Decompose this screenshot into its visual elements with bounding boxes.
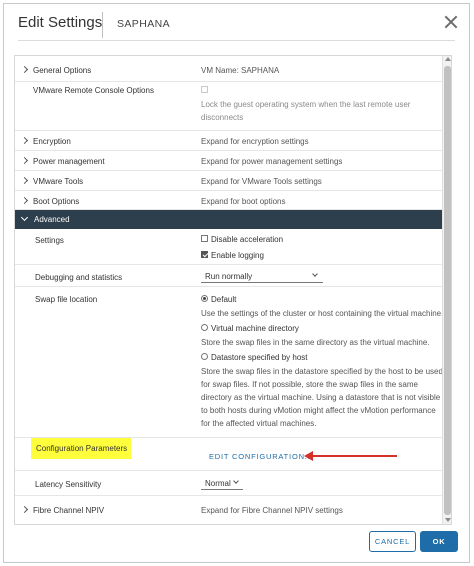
config-params-label: Configuration Parameters bbox=[36, 444, 128, 453]
row-power-management[interactable]: Power management Expand for power manage… bbox=[15, 151, 444, 171]
debugging-select-value: Run normally bbox=[205, 272, 253, 281]
row-latency-sensitivity: Latency Sensitivity Normal bbox=[15, 471, 444, 496]
disable-acceleration-label: Disable acceleration bbox=[211, 235, 284, 244]
row-debugging: Debugging and statistics Run normally bbox=[15, 265, 444, 287]
dialog-title: Edit Settings bbox=[18, 14, 103, 31]
fibre-channel-label: Fibre Channel NPIV bbox=[33, 506, 105, 515]
debugging-select[interactable]: Run normally bbox=[201, 270, 323, 283]
title-separator bbox=[102, 12, 103, 38]
chevron-right-icon[interactable] bbox=[20, 196, 29, 205]
scroll-up-icon[interactable] bbox=[444, 57, 451, 61]
config-params-highlight: Configuration Parameters bbox=[31, 438, 131, 459]
chevron-right-icon[interactable] bbox=[20, 136, 29, 145]
disable-acceleration-checkbox[interactable] bbox=[201, 235, 208, 242]
chevron-down-icon bbox=[233, 478, 239, 484]
row-advanced-settings: Settings Disable acceleration Enable log… bbox=[15, 229, 444, 265]
latency-select[interactable]: Normal bbox=[201, 477, 243, 490]
settings-label: Settings bbox=[35, 236, 64, 245]
enable-logging-checkbox[interactable] bbox=[201, 251, 208, 258]
annotation-arrow-line bbox=[311, 455, 397, 457]
power-management-label: Power management bbox=[33, 157, 105, 166]
swap-datastore-label: Datastore specified by host bbox=[211, 353, 308, 362]
encryption-value: Expand for encryption settings bbox=[201, 137, 309, 146]
swap-datastore-desc-1: Store the swap files in the datastore sp… bbox=[201, 367, 443, 376]
lock-guest-os-checkbox[interactable] bbox=[201, 86, 208, 93]
ok-button[interactable]: OK bbox=[420, 531, 458, 552]
debugging-label: Debugging and statistics bbox=[35, 273, 123, 282]
chevron-down-icon bbox=[312, 271, 318, 277]
advanced-label: Advanced bbox=[34, 215, 70, 224]
row-encryption[interactable]: Encryption Expand for encryption setting… bbox=[15, 131, 444, 151]
vm-name-subtitle: SAPHANA bbox=[117, 18, 170, 30]
latency-select-value: Normal bbox=[205, 479, 231, 488]
boot-options-label: Boot Options bbox=[33, 197, 80, 206]
swap-vmdir-radio[interactable] bbox=[201, 324, 208, 331]
row-vmrc-options[interactable]: VMware Remote Console Options Lock the g… bbox=[15, 82, 444, 131]
vmware-tools-label: VMware Tools bbox=[33, 177, 84, 186]
swap-vmdir-label: Virtual machine directory bbox=[211, 324, 299, 333]
chevron-down-icon[interactable] bbox=[20, 213, 29, 222]
swap-default-desc: Use the settings of the cluster or host … bbox=[201, 309, 444, 318]
swap-datastore-desc-5: for the affected virtual machines. bbox=[201, 419, 317, 428]
row-vmware-tools[interactable]: VMware Tools Expand for VMware Tools set… bbox=[15, 171, 444, 191]
swap-default-radio[interactable] bbox=[201, 295, 208, 302]
swap-vmdir-desc: Store the swap files in the same directo… bbox=[201, 338, 430, 347]
vmware-tools-value: Expand for VMware Tools settings bbox=[201, 177, 322, 186]
chevron-right-icon[interactable] bbox=[20, 176, 29, 185]
boot-options-value: Expand for boot options bbox=[201, 197, 286, 206]
swap-file-label: Swap file location bbox=[35, 295, 98, 304]
cancel-button[interactable]: CANCEL bbox=[369, 531, 416, 552]
row-fibre-channel-npiv[interactable]: Fibre Channel NPIV Expand for Fibre Chan… bbox=[15, 496, 444, 522]
chevron-right-icon[interactable] bbox=[20, 65, 29, 74]
swap-datastore-radio[interactable] bbox=[201, 353, 208, 360]
row-general-options[interactable]: General Options VM Name: SAPHANA bbox=[15, 56, 444, 82]
general-options-value: VM Name: SAPHANA bbox=[201, 66, 280, 75]
close-icon[interactable] bbox=[444, 15, 458, 29]
tab-underline bbox=[18, 40, 455, 41]
fibre-channel-value: Expand for Fibre Channel NPIV settings bbox=[201, 506, 343, 515]
vmrc-option-line1: Lock the guest operating system when the… bbox=[201, 100, 411, 109]
edit-configuration-link[interactable]: EDIT CONFIGURATION... bbox=[209, 452, 313, 461]
swap-default-label: Default bbox=[211, 295, 237, 304]
encryption-label: Encryption bbox=[33, 137, 71, 146]
scrollbar-thumb[interactable] bbox=[444, 66, 451, 515]
row-swap-file-location: Swap file location Default Use the setti… bbox=[15, 287, 444, 438]
enable-logging-label: Enable logging bbox=[211, 251, 264, 260]
chevron-right-icon[interactable] bbox=[20, 505, 29, 514]
swap-datastore-desc-4: to both hosts during vMotion might affec… bbox=[201, 406, 436, 415]
general-options-label: General Options bbox=[33, 66, 92, 75]
vmrc-options-label: VMware Remote Console Options bbox=[33, 86, 154, 95]
latency-label: Latency Sensitivity bbox=[35, 480, 102, 489]
chevron-right-icon[interactable] bbox=[20, 156, 29, 165]
advanced-section-header[interactable]: Advanced bbox=[15, 210, 444, 229]
row-boot-options[interactable]: Boot Options Expand for boot options bbox=[15, 191, 444, 210]
vertical-scrollbar[interactable] bbox=[442, 56, 451, 524]
vmrc-option-line2: disconnects bbox=[201, 113, 244, 122]
power-management-value: Expand for power management settings bbox=[201, 157, 343, 166]
scroll-down-icon[interactable] bbox=[444, 518, 451, 522]
swap-datastore-desc-2: for swap files. If not possible, store t… bbox=[201, 380, 418, 389]
swap-datastore-desc-3: directory as the virtual machine. Using … bbox=[201, 393, 441, 402]
